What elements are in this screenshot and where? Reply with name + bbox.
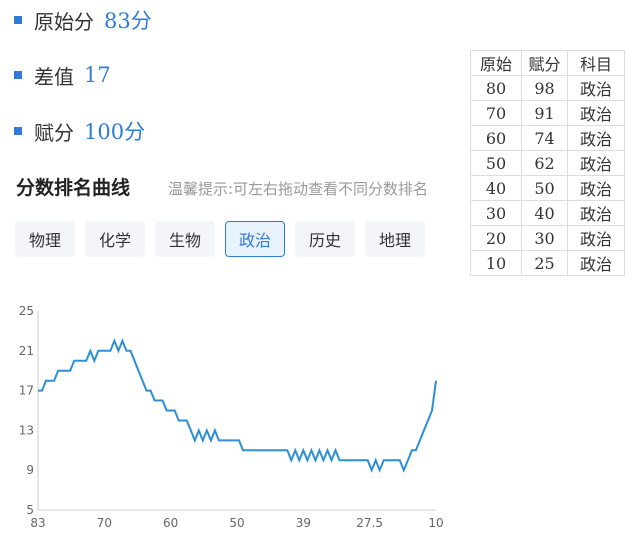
tab-physics[interactable]: 物理 [15, 221, 75, 257]
y-tick-label: 5 [26, 503, 34, 517]
table-cell: 政治 [567, 175, 625, 201]
table-cell: 25 [521, 250, 568, 276]
stat-value: 17 [84, 63, 111, 87]
stat-value: 100分 [84, 120, 146, 144]
table-row: 60 74 政治 [470, 125, 625, 151]
score-mapping-table: 原始 赋分 科目 80 98 政治 70 91 政治 60 74 政治 50 6… [470, 50, 625, 276]
bullet-icon [14, 127, 22, 135]
table-row: 10 25 政治 [470, 250, 625, 276]
x-tick-label: 27.5 [356, 516, 383, 530]
stat-assigned-score: 赋分 100分 [14, 116, 145, 146]
table-cell: 60 [470, 125, 522, 151]
tab-geography[interactable]: 地理 [365, 221, 425, 257]
y-axis-ticks: 5 9 13 17 21 25 [19, 304, 34, 517]
table-cell: 政治 [567, 100, 625, 126]
bullet-icon [14, 71, 22, 79]
y-tick-label: 9 [26, 463, 34, 477]
subject-tabs: 物理 化学 生物 政治 历史 地理 [15, 221, 425, 257]
x-tick-label: 83 [30, 516, 45, 530]
x-tick-label: 39 [296, 516, 311, 530]
tab-politics[interactable]: 政治 [225, 221, 285, 257]
table-cell: 政治 [567, 250, 625, 276]
section-title: 分数排名曲线 [16, 177, 131, 199]
stat-label: 差值 [34, 64, 74, 89]
stat-value: 83分 [104, 9, 152, 33]
score-curve-line [38, 338, 437, 473]
table-header: 原始 [470, 50, 522, 76]
table-cell: 70 [470, 100, 522, 126]
table-cell: 10 [470, 250, 522, 276]
table-row: 80 98 政治 [470, 75, 625, 101]
y-tick-label: 25 [19, 304, 34, 318]
x-tick-label: 10 [428, 516, 443, 530]
table-cell: 80 [470, 75, 522, 101]
x-tick-label: 70 [97, 516, 112, 530]
table-cell: 98 [521, 75, 568, 101]
x-tick-label: 60 [163, 516, 178, 530]
table-cell: 政治 [567, 75, 625, 101]
table-cell: 91 [521, 100, 568, 126]
stat-label: 赋分 [34, 120, 74, 145]
x-axis-ticks: 83 70 60 50 39 27.5 10 [30, 516, 443, 530]
stat-raw-score: 原始分 83分 [14, 5, 152, 35]
table-cell: 30 [470, 200, 522, 226]
table-cell: 50 [470, 150, 522, 176]
drag-hint: 温馨提示:可左右拖动查看不同分数排名 [168, 180, 429, 198]
score-rank-chart[interactable]: 5 9 13 17 21 25 83 70 60 50 39 27.5 10 [0, 295, 643, 551]
table-row: 20 30 政治 [470, 225, 625, 251]
table-cell: 政治 [567, 150, 625, 176]
tab-chemistry[interactable]: 化学 [85, 221, 145, 257]
table-cell: 20 [470, 225, 522, 251]
stat-label: 原始分 [34, 9, 94, 34]
tab-history[interactable]: 历史 [295, 221, 355, 257]
table-cell: 政治 [567, 125, 625, 151]
bullet-icon [14, 16, 22, 24]
y-tick-label: 21 [19, 344, 34, 358]
y-tick-label: 17 [19, 384, 34, 398]
table-row: 30 40 政治 [470, 200, 625, 226]
table-row: 70 91 政治 [470, 100, 625, 126]
table-cell: 政治 [567, 225, 625, 251]
table-row: 40 50 政治 [470, 175, 625, 201]
table-header-row: 原始 赋分 科目 [470, 50, 625, 76]
stat-difference: 差值 17 [14, 60, 111, 90]
table-cell: 74 [521, 125, 568, 151]
table-cell: 62 [521, 150, 568, 176]
table-row: 50 62 政治 [470, 150, 625, 176]
x-tick-label: 50 [229, 516, 244, 530]
table-cell: 50 [521, 175, 568, 201]
table-header: 科目 [567, 50, 625, 76]
table-cell: 政治 [567, 200, 625, 226]
table-cell: 40 [521, 200, 568, 226]
table-cell: 30 [521, 225, 568, 251]
table-cell: 40 [470, 175, 522, 201]
table-header: 赋分 [521, 50, 568, 76]
y-tick-label: 13 [19, 423, 34, 437]
tab-biology[interactable]: 生物 [155, 221, 215, 257]
